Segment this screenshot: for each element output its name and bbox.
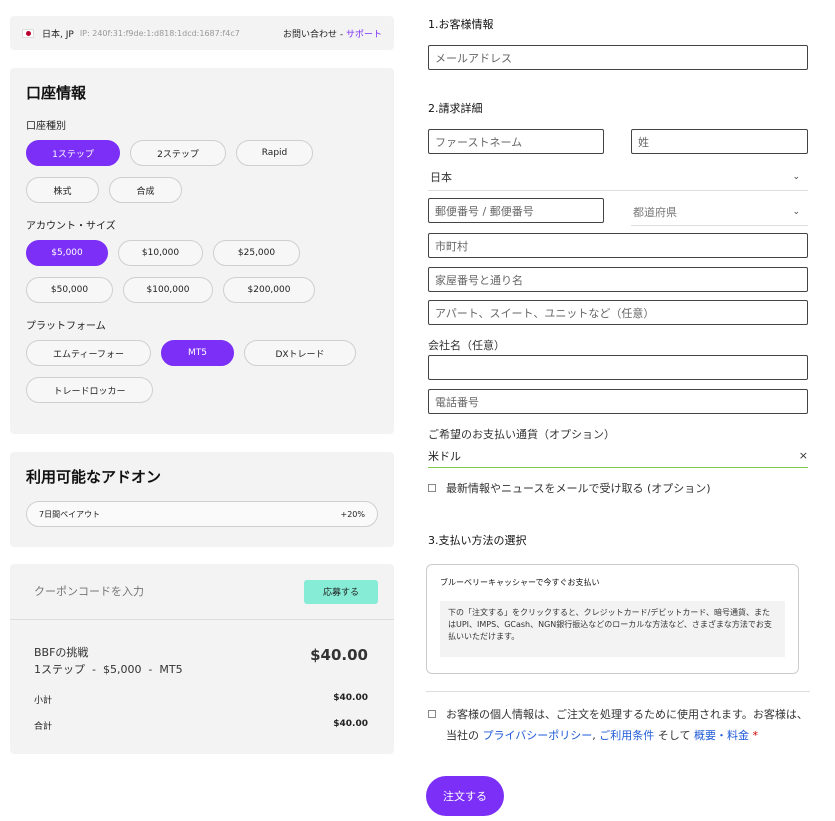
size-10000[interactable]: $10,000 [118, 240, 203, 266]
total-value: $40.00 [333, 719, 368, 729]
privacy-checkbox[interactable] [428, 710, 436, 718]
account-type-2step[interactable]: 2ステップ [130, 140, 226, 166]
newsletter-option: 最新情報やニュースをメールで受け取る (オプション) [428, 478, 808, 499]
privacy-policy-link[interactable]: プライバシーポリシー [483, 729, 593, 742]
location-bar: 日本, JP IP: 240f:31:f9de:1:d818:1dcd:1687… [10, 16, 394, 50]
payment-method-title: ブルーベリーキャッシャーで今すぐお支払い [440, 578, 600, 587]
clear-icon[interactable]: × [799, 449, 808, 462]
apartment-field[interactable]: アパート、スイート、ユニットなど（任意） [428, 300, 808, 325]
total-row: 合計 $40.00 [34, 719, 368, 732]
account-type-synthetic[interactable]: 合成 [109, 177, 182, 203]
addons-title: 利用可能なアドオン [26, 468, 162, 486]
privacy-notice: お客様の個人情報は、ご注文を処理するために使用されます。お客様は、当社の プライ… [428, 704, 812, 746]
privacy-sep: , [592, 729, 596, 742]
privacy-text: お客様の個人情報は、ご注文を処理するために使用されます。お客様は、当社の プライ… [446, 704, 812, 746]
currency-label: ご希望のお支払い通貨（オプション） [428, 428, 615, 441]
product-price: $40.00 [310, 646, 368, 664]
subtotal-row: 小計 $40.00 [34, 693, 368, 706]
newsletter-label: 最新情報やニュースをメールで受け取る (オプション) [446, 482, 711, 495]
coupon-row: 応募する [10, 564, 394, 620]
chevron-down-icon: ⌄ [792, 171, 800, 182]
location-text: 日本, JP [42, 29, 74, 40]
account-info-card: 口座情報 口座種別 1ステップ 2ステップ Rapid 株式 合成 アカウント・… [10, 68, 394, 434]
billing-section-title: 2.請求詳細 [428, 102, 483, 115]
payment-section-title: 3.支払い方法の選択 [428, 534, 527, 547]
subtotal-value: $40.00 [333, 693, 368, 703]
account-type-stocks[interactable]: 株式 [26, 177, 99, 203]
prefecture-select[interactable]: 都道府県 ⌄ [631, 198, 808, 226]
ip-address: IP: 240f:31:f9de:1:d818:1dcd:1687:f4c7 [79, 28, 240, 38]
subtotal-label: 小計 [34, 696, 53, 706]
support-contact: お問い合わせ - サポート [283, 27, 382, 40]
chevron-down-icon: ⌄ [792, 206, 800, 217]
account-size-label: アカウント・サイズ [26, 221, 116, 232]
platform-tradelocker[interactable]: トレードロッカー [26, 377, 153, 403]
order-summary-card: 応募する BBFの挑戦 1ステップ - $5,000 - MT5 $40.00 … [10, 564, 394, 754]
phone-field[interactable]: 電話番号 [428, 389, 808, 414]
company-field[interactable] [428, 355, 808, 380]
platform-label: プラットフォーム [26, 321, 106, 332]
size-5000[interactable]: $5,000 [26, 240, 108, 266]
product-detail: 1ステップ - $5,000 - MT5 [34, 663, 183, 676]
postal-code-field[interactable]: 郵便番号 / 郵便番号 [428, 198, 604, 223]
account-type-label: 口座種別 [26, 121, 66, 132]
platform-mt5[interactable]: MT5 [161, 340, 234, 366]
customer-section-title: 1.お客様情報 [428, 18, 494, 31]
prefecture-placeholder: 都道府県 [633, 205, 677, 219]
currency-select[interactable]: 米ドル × [428, 444, 808, 468]
email-field[interactable]: メールアドレス [428, 45, 808, 70]
addon-name: 7日間ペイアウト [39, 509, 101, 519]
country-select[interactable]: 日本 ⌄ [428, 163, 808, 191]
apply-coupon-button[interactable]: 応募する [304, 579, 378, 604]
addons-card: 利用可能なアドオン 7日間ペイアウト +20% [10, 452, 394, 547]
company-label: 会社名（任意） [428, 339, 505, 352]
terms-link[interactable]: ご利用条件 [599, 729, 654, 742]
overview-fees-link[interactable]: 概要・料金 [694, 729, 749, 742]
last-name-field[interactable]: 姓 [631, 129, 808, 154]
japan-flag-icon [22, 28, 34, 38]
support-link[interactable]: サポート [346, 30, 382, 40]
first-name-field[interactable]: ファーストネーム [428, 129, 604, 154]
platform-mt4[interactable]: エムティーフォー [26, 340, 151, 366]
size-50000[interactable]: $50,000 [26, 277, 113, 303]
product-info: BBFの挑戦 1ステップ - $5,000 - MT5 [34, 644, 183, 678]
account-info-title: 口座情報 [26, 84, 87, 102]
newsletter-checkbox[interactable] [428, 484, 436, 492]
size-200000[interactable]: $200,000 [223, 277, 315, 303]
country-value: 日本 [430, 170, 452, 184]
addon-value: +20% [340, 509, 365, 519]
currency-value: 米ドル [428, 449, 461, 463]
size-25000[interactable]: $25,000 [213, 240, 300, 266]
account-type-rapid[interactable]: Rapid [236, 140, 313, 166]
required-mark: * [752, 729, 758, 742]
addon-7day-payout[interactable]: 7日間ペイアウト +20% [26, 501, 378, 527]
privacy-text-2: そして [657, 729, 691, 742]
coupon-input[interactable] [34, 585, 304, 598]
street-field[interactable]: 家屋番号と通り名 [428, 267, 808, 292]
place-order-button[interactable]: 注文する [426, 776, 504, 816]
product-name: BBFの挑戦 [34, 646, 89, 659]
platform-dxtrade[interactable]: DXトレード [244, 340, 356, 366]
total-label: 合計 [34, 722, 53, 732]
payment-method-description: 下の「注文する」をクリックすると、クレジットカード/デビットカード、暗号通貨、ま… [440, 601, 785, 657]
payment-method-box[interactable]: ブルーベリーキャッシャーで今すぐお支払い 下の「注文する」をクリックすると、クレ… [426, 564, 799, 674]
divider [426, 691, 810, 692]
size-100000[interactable]: $100,000 [123, 277, 213, 303]
city-field[interactable]: 市町村 [428, 233, 808, 258]
support-prefix: お問い合わせ - [283, 29, 346, 40]
account-type-1step[interactable]: 1ステップ [26, 140, 120, 166]
